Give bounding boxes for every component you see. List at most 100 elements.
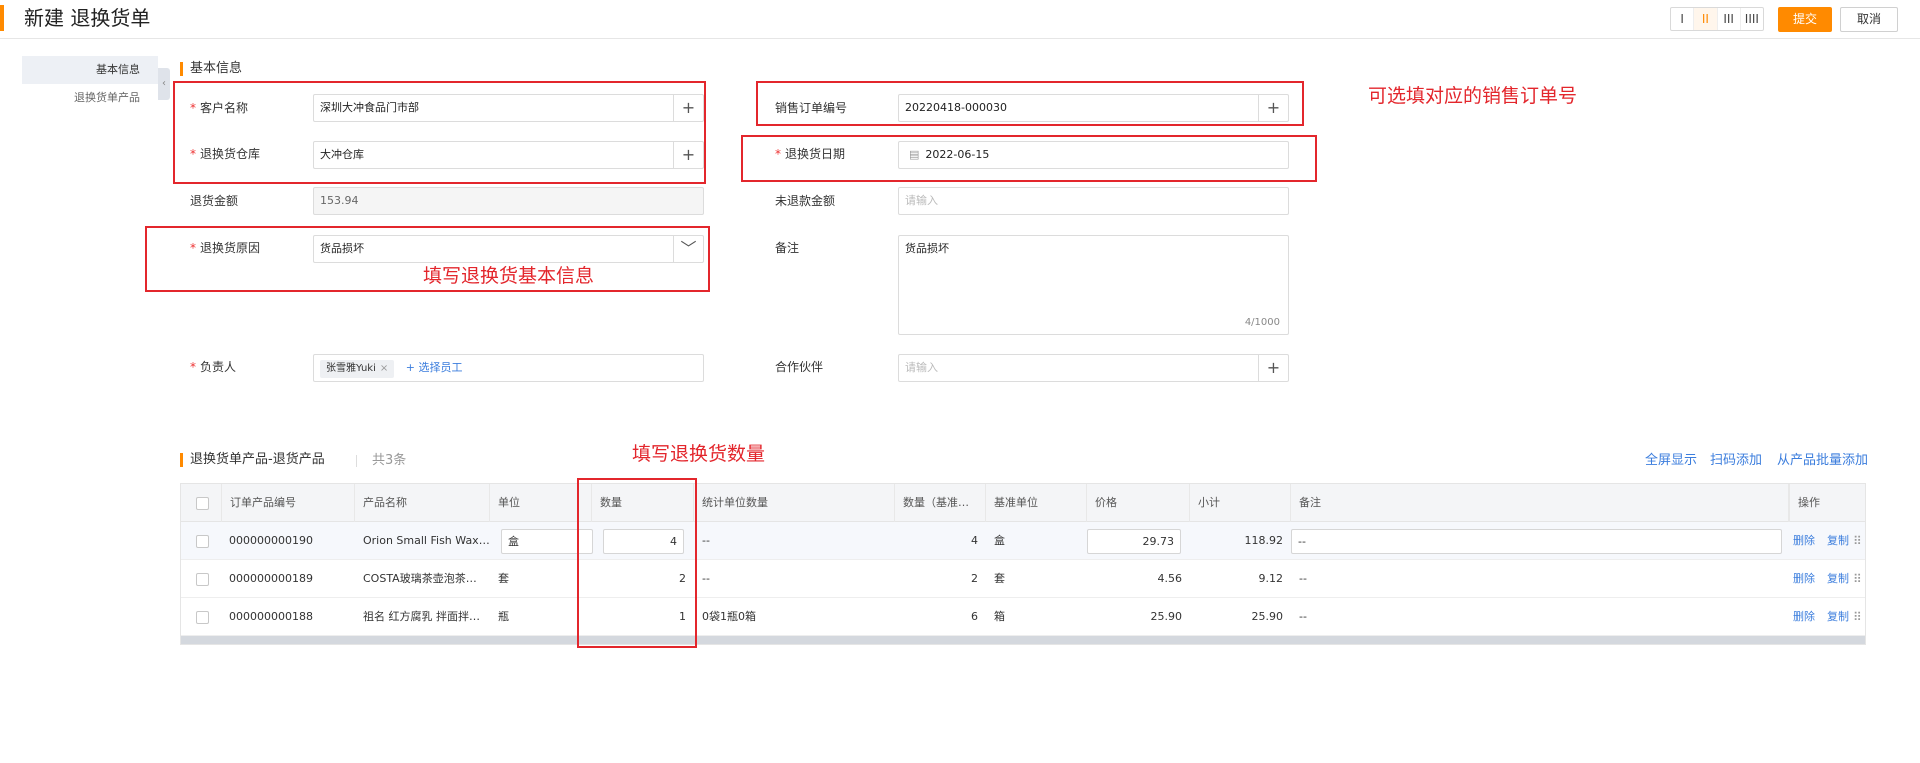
cell-order-product-code: 000000000188 bbox=[229, 610, 313, 623]
delete-row-link[interactable]: 删除 bbox=[1793, 598, 1815, 636]
remark-textarea[interactable]: 货品损坏 4/1000 bbox=[898, 235, 1289, 335]
col-base-quantity: 数量（基准… bbox=[895, 484, 986, 522]
select-all-checkbox[interactable] bbox=[196, 497, 209, 510]
cell-unit: 瓶 bbox=[498, 610, 509, 623]
return-date-label: * 退换货日期 bbox=[775, 147, 846, 161]
layout-option-2-columns[interactable]: II bbox=[1694, 8, 1718, 30]
scan-add-link[interactable]: 扫码添加 bbox=[1710, 453, 1762, 469]
partner-label: 合作伙伴 bbox=[775, 360, 824, 374]
cell-order-product-code: 000000000190 bbox=[229, 534, 313, 547]
cell-quantity[interactable]: 1 bbox=[592, 598, 694, 636]
cell-base-quantity: 2 bbox=[971, 572, 978, 585]
add-sales-order-icon[interactable]: + bbox=[1258, 95, 1288, 121]
cell-quantity[interactable]: 2 bbox=[592, 560, 694, 598]
owner-tag: 张雪雅Yuki × bbox=[320, 360, 395, 378]
header-accent-bar bbox=[0, 5, 4, 31]
table-row: 000000000190 Orion Small Fish Wax… 盒 4 -… bbox=[181, 522, 1865, 560]
chevron-down-icon[interactable]: ﹀ bbox=[673, 236, 703, 262]
col-quantity: 数量 bbox=[592, 484, 694, 522]
remark-input[interactable]: -- bbox=[1291, 529, 1782, 554]
remark-label: 备注 bbox=[775, 241, 800, 255]
cell-product-name: COSTA玻璃茶壶泡茶… bbox=[363, 572, 477, 585]
return-reason-select[interactable]: 货品损坏 ﹀ bbox=[313, 235, 704, 263]
select-employee-link[interactable]: + 选择员工 bbox=[406, 361, 463, 374]
copy-row-link[interactable]: 复制 bbox=[1827, 560, 1849, 598]
cell-price: 4.56 bbox=[1157, 572, 1183, 585]
copy-row-link[interactable]: 复制 bbox=[1827, 522, 1849, 560]
warehouse-field[interactable]: 大冲仓库 + bbox=[313, 141, 704, 169]
product-count: 共3条 bbox=[372, 453, 407, 468]
col-product-name: 产品名称 bbox=[355, 484, 490, 522]
add-customer-icon[interactable]: + bbox=[673, 95, 703, 121]
sales-order-field[interactable]: 20220418-000030 + bbox=[898, 94, 1289, 122]
cell-base-quantity: 4 bbox=[971, 534, 978, 547]
required-mark: * bbox=[190, 360, 196, 374]
delete-row-link[interactable]: 删除 bbox=[1793, 560, 1815, 598]
cell-base-quantity: 6 bbox=[971, 610, 978, 623]
remark-char-counter: 4/1000 bbox=[1244, 317, 1280, 328]
cell-subtotal: 118.92 bbox=[1244, 534, 1284, 547]
return-amount-label: 退货金额 bbox=[190, 194, 239, 208]
unrefunded-amount-input[interactable]: 请输入 bbox=[898, 187, 1289, 215]
required-mark: * bbox=[190, 101, 196, 115]
col-base-unit: 基准单位 bbox=[986, 484, 1087, 522]
return-date-picker[interactable]: ▤ 2022-06-15 bbox=[898, 141, 1289, 169]
layout-option-1-column[interactable]: I bbox=[1671, 8, 1695, 30]
add-partner-icon[interactable]: + bbox=[1258, 355, 1288, 381]
table-row: 000000000188 祖名 红方腐乳 拌面拌… 瓶 1 0袋1瓶0箱 6 箱… bbox=[181, 598, 1865, 636]
cell-remark: -- bbox=[1299, 572, 1307, 585]
required-mark: * bbox=[190, 147, 196, 161]
return-reason-label: * 退换货原因 bbox=[190, 241, 261, 255]
col-order-product-code: 订单产品编号 bbox=[221, 484, 355, 522]
required-mark: * bbox=[190, 241, 196, 255]
drag-handle-icon[interactable]: ⠿ bbox=[1853, 598, 1862, 636]
section-nav: 基本信息 退换货单产品 bbox=[22, 56, 158, 112]
copy-row-link[interactable]: 复制 bbox=[1827, 598, 1849, 636]
remove-owner-icon[interactable]: × bbox=[380, 363, 388, 374]
col-stat-unit-quantity: 统计单位数量 bbox=[694, 484, 895, 522]
nav-item-return-products[interactable]: 退换货单产品 bbox=[22, 84, 158, 112]
collapse-nav-icon[interactable]: ‹ bbox=[158, 68, 170, 100]
cell-subtotal: 25.90 bbox=[1251, 610, 1284, 623]
col-price: 价格 bbox=[1087, 484, 1190, 522]
submit-button[interactable]: 提交 bbox=[1778, 7, 1832, 32]
table-horizontal-scrollbar[interactable] bbox=[181, 636, 1865, 644]
col-remark: 备注 bbox=[1291, 484, 1789, 522]
drag-handle-icon[interactable]: ⠿ bbox=[1853, 522, 1862, 560]
batch-add-products-link[interactable]: 从产品批量添加 bbox=[1777, 453, 1868, 469]
cell-subtotal: 9.12 bbox=[1258, 572, 1284, 585]
sales-order-label: 销售订单编号 bbox=[775, 101, 848, 115]
row-checkbox[interactable] bbox=[196, 535, 209, 548]
page-header: 新建 退换货单 I II III IIII 提交 取消 bbox=[0, 0, 1920, 39]
section-title-basic-info: 基本信息 bbox=[180, 61, 242, 77]
warehouse-label: * 退换货仓库 bbox=[190, 147, 261, 161]
table-header: 订单产品编号 产品名称 单位 数量 统计单位数量 数量（基准… 基准单位 价格 … bbox=[181, 484, 1865, 522]
layout-switcher: I II III IIII bbox=[1670, 7, 1764, 31]
cell-base-unit: 盒 bbox=[994, 534, 1005, 547]
fullscreen-link[interactable]: 全屏显示 bbox=[1645, 453, 1697, 469]
cell-stat-unit-quantity: -- bbox=[702, 534, 710, 547]
nav-item-basic-info[interactable]: 基本信息 bbox=[22, 56, 158, 84]
quantity-input[interactable]: 4 bbox=[603, 529, 684, 554]
drag-handle-icon[interactable]: ⠿ bbox=[1853, 560, 1862, 598]
cell-product-name: Orion Small Fish Wax… bbox=[363, 534, 490, 547]
annotation-text-sales-order: 可选填对应的销售订单号 bbox=[1368, 85, 1578, 107]
delete-row-link[interactable]: 删除 bbox=[1793, 522, 1815, 560]
price-input[interactable]: 29.73 bbox=[1087, 529, 1181, 554]
cell-product-name: 祖名 红方腐乳 拌面拌… bbox=[363, 610, 480, 623]
row-checkbox[interactable] bbox=[196, 611, 209, 624]
annotation-text-quantity: 填写退换货数量 bbox=[632, 443, 766, 465]
partner-field[interactable]: 请输入 + bbox=[898, 354, 1289, 382]
annotation-text-basic-info: 填写退换货基本信息 bbox=[423, 265, 595, 287]
add-warehouse-icon[interactable]: + bbox=[673, 142, 703, 168]
section-title-return-products: 退换货单产品-退货产品 bbox=[180, 452, 325, 468]
layout-option-4-columns[interactable]: IIII bbox=[1741, 8, 1763, 30]
row-checkbox[interactable] bbox=[196, 573, 209, 586]
owner-label: * 负责人 bbox=[190, 360, 237, 374]
customer-field[interactable]: 深圳大冲食品门市部 + bbox=[313, 94, 704, 122]
layout-option-3-columns[interactable]: III bbox=[1718, 8, 1741, 30]
owner-field[interactable]: 张雪雅Yuki × + 选择员工 bbox=[313, 354, 704, 382]
table-row: 000000000189 COSTA玻璃茶壶泡茶… 套 2 -- 2 套 4.5… bbox=[181, 560, 1865, 598]
cancel-button[interactable]: 取消 bbox=[1840, 7, 1898, 32]
unit-input[interactable]: 盒 bbox=[501, 529, 593, 554]
